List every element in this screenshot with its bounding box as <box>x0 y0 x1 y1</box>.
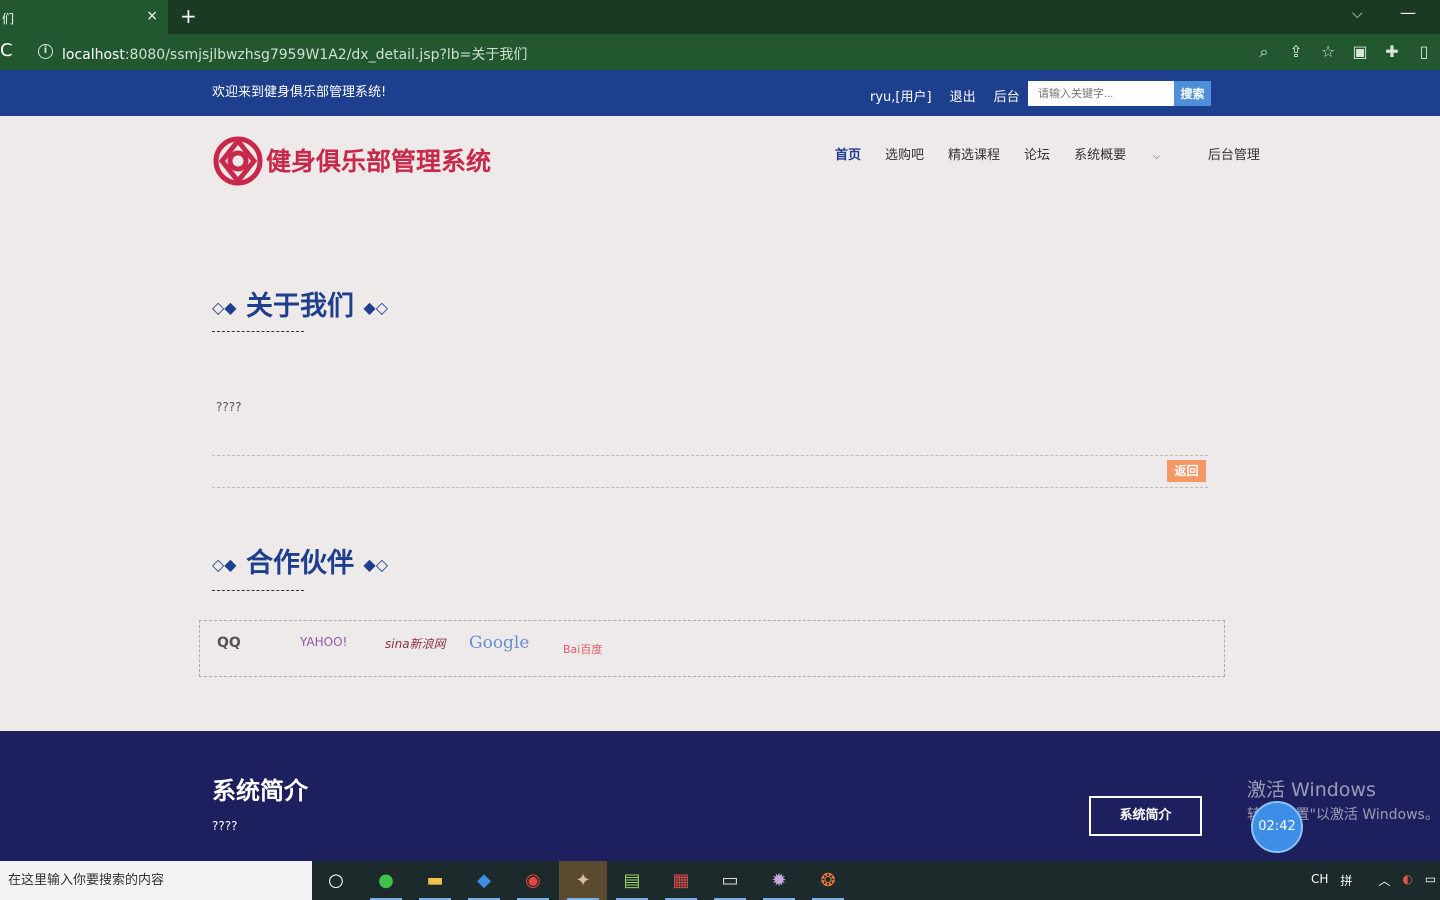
url-field[interactable]: localhost:8080/ssmjsjlbwzhsg7959W1A2/dx_… <box>62 44 527 64</box>
file-explorer-icon[interactable]: ▬ <box>411 861 459 900</box>
ime-language[interactable]: CH <box>1311 872 1328 889</box>
about-content: ???? <box>216 400 242 414</box>
cortana-icon[interactable]: ○ <box>312 861 360 900</box>
search-button[interactable]: 搜索 <box>1174 81 1211 106</box>
editor-app-icon[interactable]: ▤ <box>608 861 656 900</box>
nav-shop[interactable]: 选购吧 <box>885 144 924 163</box>
archive-app-icon[interactable]: ▦ <box>657 861 705 900</box>
chevron-down-icon: ⌵ <box>1153 152 1160 162</box>
taskbar-search[interactable]: 在这里输入你要搜索的内容 <box>0 861 312 900</box>
partners-box: QQ YAHOO! sina新浪网 Google Bai百度 <box>199 620 1225 677</box>
footer: 系统简介 ???? 系统简介 激活 Windows 转到"设置"以激活 Wind… <box>0 731 1440 861</box>
partner-logo-google[interactable]: Google <box>469 633 529 653</box>
divider <box>212 487 1208 488</box>
new-tab-icon[interactable]: + <box>180 4 197 28</box>
back-button[interactable]: 返回 <box>1167 460 1206 482</box>
extension-icon[interactable]: ▣ <box>1352 42 1368 62</box>
nav-admin[interactable]: 后台管理 <box>1208 144 1260 163</box>
reload-icon[interactable]: C <box>0 40 13 61</box>
windows-taskbar: 在这里输入你要搜索的内容 ○ ● ▬ ◆ ◉ ✦ ▤ ▦ ▭ ✹ ❂ CH 拼 … <box>0 861 1440 900</box>
site-info-icon[interactable]: i <box>38 44 53 59</box>
activation-line-1: 激活 Windows <box>1247 779 1376 801</box>
diamond-icon: ◇◆ <box>212 555 237 574</box>
system-intro-button[interactable]: 系统简介 <box>1089 796 1202 836</box>
tray-app-icon[interactable]: ◐ <box>1402 872 1412 889</box>
site-brand-title[interactable]: 健身俱乐部管理系统 <box>266 142 491 178</box>
share-icon[interactable]: ⇪ <box>1288 42 1304 62</box>
browser-app-icon[interactable]: ❂ <box>804 861 852 900</box>
tray-expand-icon[interactable]: ︿ <box>1378 872 1390 889</box>
settings-app-icon[interactable]: ✹ <box>755 861 803 900</box>
terminal-icon[interactable]: ▭ <box>706 861 754 900</box>
welcome-text: 欢迎来到健身俱乐部管理系统! <box>212 85 387 100</box>
footer-text: ???? <box>212 819 238 833</box>
site-top-bar: 欢迎来到健身俱乐部管理系统! ryu,[用户] 退出 后台 搜索 <box>0 70 1440 116</box>
tab-title: 们 <box>2 12 15 26</box>
about-heading: ◇◆ 关于我们 ◆◇ <box>212 284 388 323</box>
partners-heading: ◇◆ 合作伙伴 ◆◇ <box>212 541 388 580</box>
ime-mode[interactable]: 拼 <box>1340 872 1352 889</box>
battery-icon[interactable]: ▭ <box>1425 872 1436 889</box>
wechat-icon[interactable]: ● <box>362 861 410 900</box>
browser-tab-bar: 们 × + ⌵ — <box>0 0 1440 34</box>
messaging-app-icon[interactable]: ◆ <box>460 861 508 900</box>
partners-underline <box>212 590 304 591</box>
chrome-icon[interactable]: ◉ <box>509 861 557 900</box>
diamond-icon: ◇◆ <box>212 298 237 317</box>
zoom-icon[interactable]: ⌕ <box>1256 42 1272 62</box>
divider <box>212 455 1208 456</box>
site-logo[interactable] <box>210 134 266 188</box>
footer-title: 系统简介 <box>212 777 308 805</box>
puzzle-extensions-icon[interactable]: ✚ <box>1384 42 1400 62</box>
system-tray: CH 拼 ︿ ◐ ▭ <box>1311 872 1436 889</box>
partner-logo-sina[interactable]: sina新浪网 <box>385 635 446 652</box>
user-link[interactable]: ryu,[用户] <box>870 86 932 105</box>
browser-tab[interactable]: 们 × <box>0 0 168 34</box>
tab-list-chevron-icon[interactable]: ⌵ <box>1352 6 1363 22</box>
minimize-window-icon[interactable]: — <box>1400 3 1416 22</box>
partners-title: 合作伙伴 <box>246 548 355 579</box>
url-path: :8080/ssmjsjlbwzhsg7959W1A2/dx_detail.js… <box>124 47 528 63</box>
nav-home[interactable]: 首页 <box>835 144 861 163</box>
url-host: localhost <box>62 47 125 63</box>
partner-logo-yahoo[interactable]: YAHOO! <box>300 635 347 649</box>
nav-courses[interactable]: 精选课程 <box>948 144 1000 163</box>
address-bar-actions: ⌕ ⇪ ☆ ▣ ✚ ▯ <box>1256 42 1432 62</box>
nav-system-overview[interactable]: 系统概要 ⌵ <box>1074 144 1184 163</box>
address-bar: C i localhost:8080/ssmjsjlbwzhsg7959W1A2… <box>0 34 1440 70</box>
main-nav: 首页 选购吧 精选课程 论坛 系统概要 ⌵ 后台管理 <box>835 144 1284 163</box>
admin-link[interactable]: 后台 <box>994 86 1020 105</box>
close-tab-icon[interactable]: × <box>146 8 158 24</box>
about-underline <box>212 331 304 332</box>
side-panel-icon[interactable]: ▯ <box>1416 42 1432 62</box>
diamond-icon: ◆◇ <box>363 555 389 574</box>
user-nav: ryu,[用户] 退出 后台 <box>870 86 1038 105</box>
partner-logo-qq[interactable]: QQ <box>217 635 241 651</box>
search-input[interactable] <box>1028 81 1174 106</box>
nav-system-overview-label: 系统概要 <box>1074 148 1127 163</box>
logout-link[interactable]: 退出 <box>950 86 976 105</box>
partner-logo-baidu[interactable]: Bai百度 <box>563 641 602 657</box>
nav-forum[interactable]: 论坛 <box>1024 144 1050 163</box>
media-app-icon[interactable]: ✦ <box>559 861 607 900</box>
bookmark-star-icon[interactable]: ☆ <box>1320 42 1336 62</box>
about-title: 关于我们 <box>246 291 355 322</box>
diamond-icon: ◆◇ <box>363 298 389 317</box>
recording-timer[interactable]: 02:42 <box>1251 801 1303 853</box>
